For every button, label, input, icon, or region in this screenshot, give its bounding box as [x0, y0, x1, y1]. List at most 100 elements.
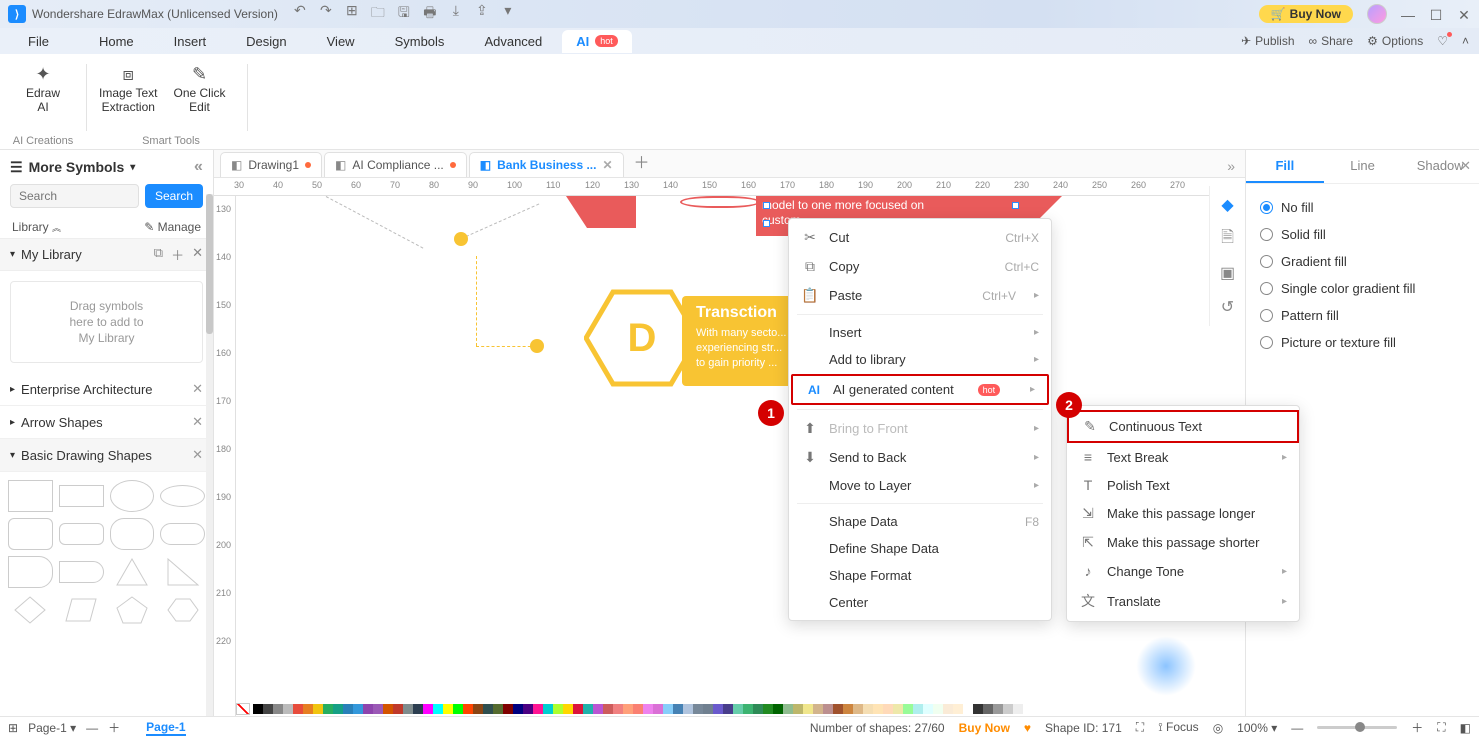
radio-picture-fill[interactable]: Picture or texture fill [1260, 329, 1465, 356]
symbols-drop-zone[interactable]: Drag symbols here to add to My Library [10, 281, 203, 363]
color-swatch[interactable] [423, 704, 433, 714]
color-swatch[interactable] [613, 704, 623, 714]
color-swatch[interactable] [633, 704, 643, 714]
active-page-tab[interactable]: Page-1 [146, 720, 185, 736]
doctab-bank-business[interactable]: ◧Bank Business ...✕ [469, 152, 624, 177]
search-input[interactable] [10, 184, 139, 208]
color-swatch[interactable] [843, 704, 853, 714]
color-swatch[interactable] [273, 704, 283, 714]
color-swatch[interactable] [983, 704, 993, 714]
color-swatch[interactable] [403, 704, 413, 714]
shape-ellipse[interactable] [160, 485, 205, 507]
shape-pentagon[interactable] [110, 594, 155, 626]
color-swatch[interactable] [703, 704, 713, 714]
color-swatch[interactable] [793, 704, 803, 714]
shape-tag[interactable] [8, 556, 53, 588]
open-icon[interactable]: 🗀 [370, 2, 386, 26]
focus-button[interactable]: ⟟ Focus [1158, 720, 1199, 735]
cm-cut[interactable]: ✂CutCtrl+X [789, 223, 1051, 252]
color-swatch[interactable] [823, 704, 833, 714]
color-swatch[interactable] [593, 704, 603, 714]
cm-insert[interactable]: Insert▸ [789, 319, 1051, 346]
color-swatch[interactable] [503, 704, 513, 714]
options-button[interactable]: ⚙ Options [1367, 34, 1423, 48]
color-swatch[interactable] [523, 704, 533, 714]
cm-shape-data[interactable]: Shape DataF8 [789, 508, 1051, 535]
cm-continuous-text[interactable]: ✎Continuous Text [1067, 410, 1299, 443]
color-swatch[interactable] [993, 704, 1003, 714]
heart-icon[interactable]: ♥ [1024, 721, 1031, 735]
doctab-ai-compliance[interactable]: ◧AI Compliance ... [324, 152, 467, 177]
page-selector[interactable]: Page-1 ▾ [28, 721, 76, 735]
avatar[interactable] [1367, 4, 1387, 24]
new-icon[interactable]: ⊞ [344, 2, 360, 26]
menu-design[interactable]: Design [226, 30, 306, 53]
cm-change-tone[interactable]: ♪Change Tone▸ [1067, 557, 1299, 585]
color-swatch[interactable] [733, 704, 743, 714]
color-swatch[interactable] [283, 704, 293, 714]
cm-move-to-layer[interactable]: Move to Layer▸ [789, 472, 1051, 499]
tab-fill[interactable]: Fill [1246, 150, 1324, 183]
export-icon[interactable]: ⤓ [448, 2, 464, 26]
color-swatch[interactable] [973, 704, 983, 714]
shape-rectangle[interactable] [59, 485, 104, 507]
maximize-button[interactable]: ☐ [1429, 7, 1443, 21]
no-color-swatch[interactable] [236, 703, 250, 715]
add-icon[interactable]: ＋ [171, 245, 184, 264]
color-swatch[interactable] [683, 704, 693, 714]
menu-home[interactable]: Home [79, 30, 154, 53]
menu-advanced[interactable]: Advanced [464, 30, 562, 53]
library-label[interactable]: Library ︽ [12, 220, 61, 234]
present-tool-icon[interactable]: ▣ [1217, 262, 1239, 284]
doctab-drawing1[interactable]: ◧Drawing1 [220, 152, 322, 177]
target-icon[interactable]: ◎ [1213, 721, 1223, 735]
color-swatch[interactable] [773, 704, 783, 714]
color-swatch[interactable] [323, 704, 333, 714]
pages-icon[interactable]: ⊞ [8, 721, 18, 735]
shape-pill[interactable] [160, 523, 205, 545]
close-panel-icon[interactable]: ✕ [1460, 158, 1471, 174]
menu-insert[interactable]: Insert [154, 30, 227, 53]
cm-shape-format[interactable]: Shape Format [789, 562, 1051, 589]
color-swatch[interactable] [723, 704, 733, 714]
color-swatch[interactable] [883, 704, 893, 714]
color-swatch[interactable] [933, 704, 943, 714]
cm-polish-text[interactable]: TPolish Text [1067, 471, 1299, 499]
color-swatch[interactable] [783, 704, 793, 714]
color-swatch[interactable] [963, 704, 973, 714]
color-swatch[interactable] [443, 704, 453, 714]
menu-file[interactable]: File [10, 30, 79, 53]
radio-no-fill[interactable]: No fill [1260, 194, 1465, 221]
cat-arrow[interactable]: ▸Arrow Shapes✕ [0, 406, 213, 439]
color-swatch[interactable] [1003, 704, 1013, 714]
collapse-ribbon-icon[interactable]: ˄ [1462, 34, 1469, 48]
fullscreen-icon[interactable]: ⛶ [1437, 720, 1445, 735]
undo-icon[interactable]: ↶ [292, 2, 308, 26]
color-swatch[interactable] [433, 704, 443, 714]
close-icon[interactable]: ✕ [602, 158, 612, 172]
shape-triangle-right[interactable] [160, 556, 205, 588]
color-swatch[interactable] [873, 704, 883, 714]
color-swatch[interactable] [373, 704, 383, 714]
history-tool-icon[interactable]: ↺ [1217, 296, 1239, 318]
color-swatch[interactable] [953, 704, 963, 714]
manage-link[interactable]: ✎ Manage [144, 220, 201, 234]
radio-single-gradient[interactable]: Single color gradient fill [1260, 275, 1465, 302]
close-icon[interactable]: ✕ [192, 381, 203, 397]
color-swatch[interactable] [913, 704, 923, 714]
color-swatch[interactable] [623, 704, 633, 714]
fit-icon[interactable]: ⛶ [1136, 720, 1144, 735]
color-swatch[interactable] [253, 704, 263, 714]
close-icon[interactable]: ✕ [192, 414, 203, 430]
color-swatch[interactable] [363, 704, 373, 714]
shape-circle[interactable] [110, 480, 155, 512]
tab-line[interactable]: Line [1324, 150, 1402, 183]
status-buy-now[interactable]: Buy Now [959, 721, 1010, 735]
color-swatch[interactable] [343, 704, 353, 714]
color-swatch[interactable] [513, 704, 523, 714]
color-swatch[interactable] [693, 704, 703, 714]
color-swatch[interactable] [353, 704, 363, 714]
color-swatch[interactable] [863, 704, 873, 714]
color-swatch[interactable] [383, 704, 393, 714]
sidebar-scrollbar-thumb[interactable] [206, 194, 213, 334]
